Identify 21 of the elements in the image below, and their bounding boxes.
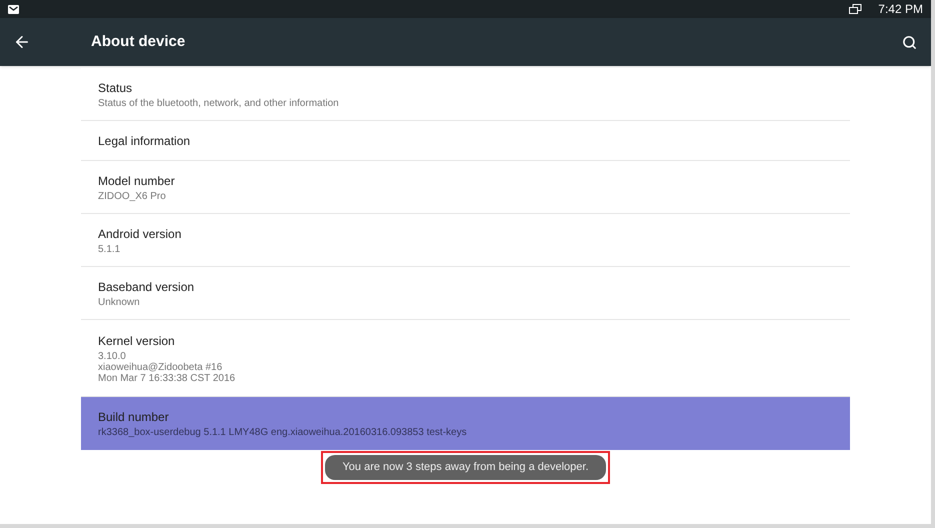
item-title: Android version xyxy=(98,226,182,242)
back-button[interactable] xyxy=(13,33,31,51)
item-title: Status xyxy=(98,80,134,96)
search-button[interactable] xyxy=(902,34,917,50)
item-title: Build number xyxy=(98,409,170,425)
item-summary: 5.1.1 xyxy=(98,244,122,254)
item-summary: 3.10.0 xiaoweihua@Zidoobeta #16 Mon Mar 7 16:33:38 CST 2016 xyxy=(98,350,236,384)
page-title: About device xyxy=(91,32,186,52)
item-title: Baseband version xyxy=(98,278,196,294)
clock-time: 7:42 PM xyxy=(878,1,923,18)
settings-item[interactable]: Build number rk3368_box-userdebug 5.1.1 LMY48G eng.xiaoweihua.20160316.093853 test-keys xyxy=(81,397,850,450)
mail-icon xyxy=(8,4,19,14)
item-title: Kernel version xyxy=(98,332,176,348)
screens-icon xyxy=(849,4,862,14)
item-summary: rk3368_box-userdebug 5.1.1 LMY48G eng.xiaoweihua.20160316.093853 test-keys xyxy=(98,427,468,438)
item-title: Legal information xyxy=(98,132,192,148)
item-summary: ZIDOO_X6 Pro xyxy=(98,190,167,202)
item-title: Model number xyxy=(98,172,176,188)
toast-message: You are now 3 steps away from being a developer. xyxy=(325,455,606,480)
item-summary: Unknown xyxy=(98,296,141,308)
item-summary: Status of the bluetooth, network, and other information xyxy=(98,98,340,108)
